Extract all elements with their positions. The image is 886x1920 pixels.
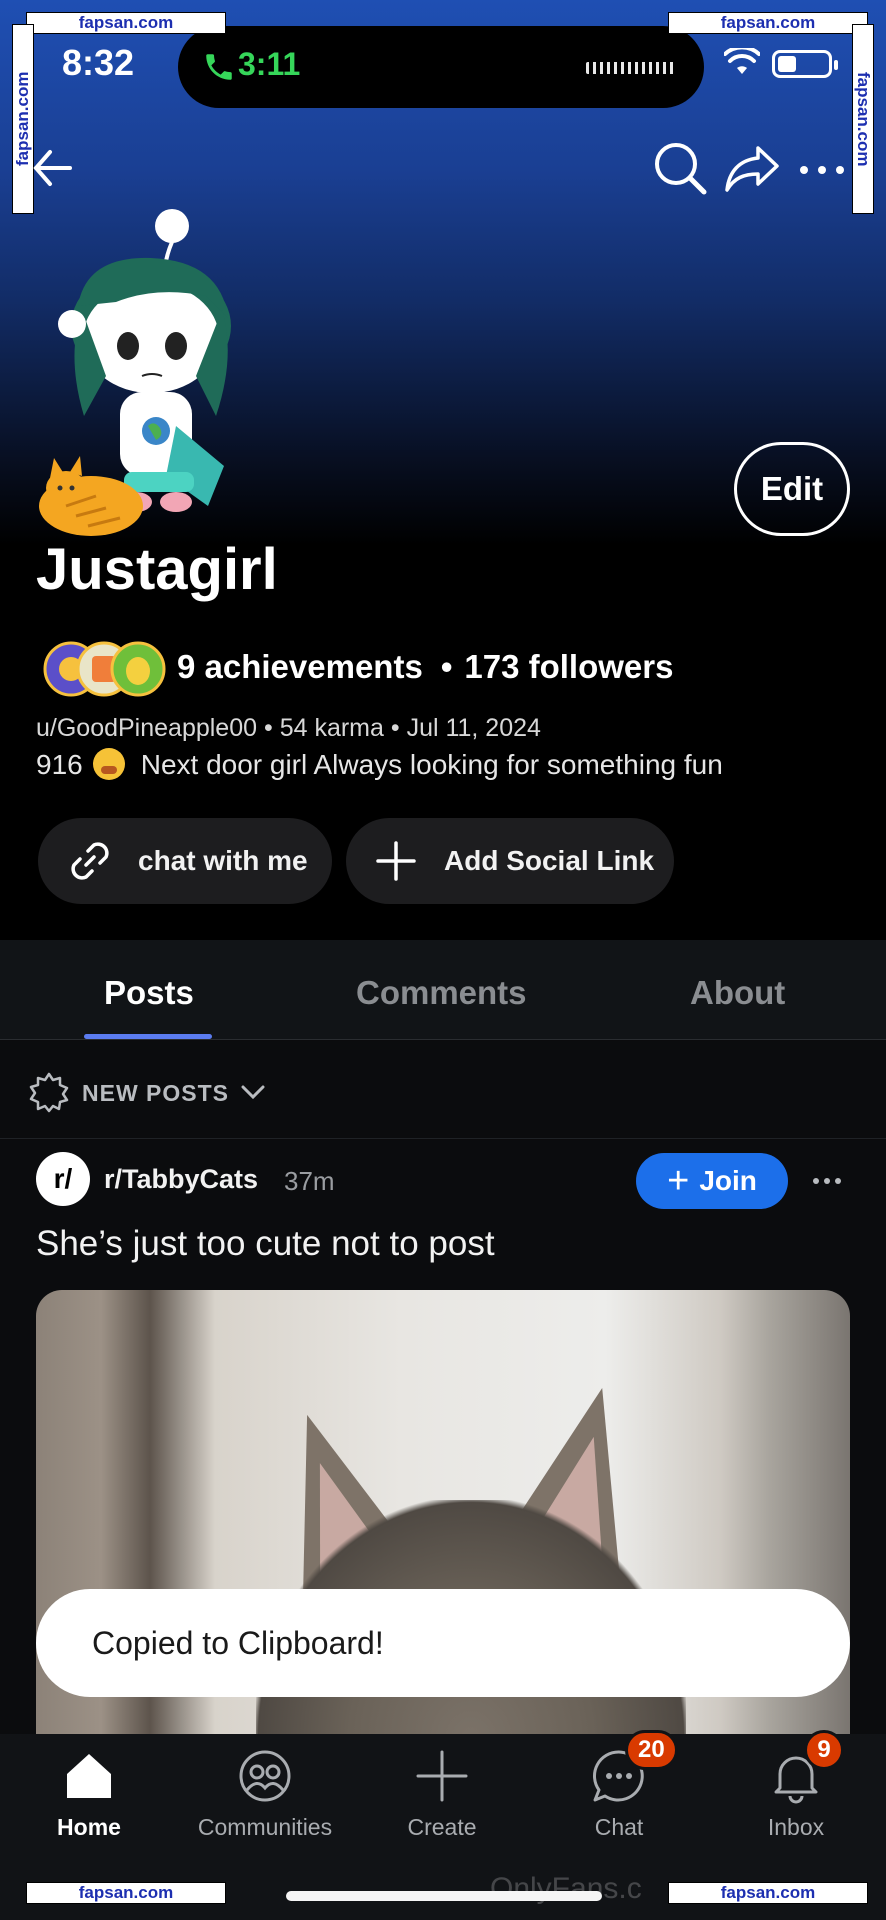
watermark: fapsan.com [668, 1882, 868, 1904]
nav-label: Communities [197, 1814, 333, 1840]
tab-comments[interactable]: Comments [356, 974, 527, 1012]
join-button[interactable]: + Join [636, 1153, 788, 1209]
watermark: fapsan.com [852, 24, 874, 214]
share-icon[interactable] [724, 144, 780, 194]
karma-count: 54 karma [279, 714, 384, 742]
nav-label: Create [407, 1814, 477, 1840]
subreddit-name[interactable]: r/TabbyCats [104, 1164, 258, 1195]
plus-icon [416, 1750, 468, 1802]
inbox-badge: 9 [804, 1730, 844, 1770]
separator-dot: • [390, 714, 407, 742]
battery-icon [772, 50, 838, 78]
nav-label: Home [57, 1814, 121, 1840]
communities-icon [239, 1750, 291, 1802]
bio-text: Next door girl Always looking for someth… [140, 749, 723, 780]
add-social-link-label: Add Social Link [444, 845, 655, 876]
audio-waveform-icon [586, 62, 676, 74]
tab-posts[interactable]: Posts [104, 974, 194, 1012]
achievements-followers[interactable]: 9 achievements • 173 followers [177, 648, 673, 686]
social-link-chat[interactable]: chat with me [38, 818, 332, 904]
edit-profile-button[interactable]: Edit [734, 442, 850, 536]
cake-day: Jul 11, 2024 [406, 714, 541, 742]
add-social-link-button[interactable]: Add Social Link [346, 818, 674, 904]
subreddit-icon[interactable]: r/ [36, 1152, 90, 1206]
nav-chat[interactable]: 20 Chat [539, 1730, 699, 1854]
watermark: fapsan.com [26, 1882, 226, 1904]
nav-home[interactable]: Home [9, 1734, 169, 1854]
plus-icon: + [667, 1160, 690, 1202]
nav-inbox[interactable]: 9 Inbox [716, 1730, 876, 1854]
phone-icon [206, 54, 232, 80]
nav-label: Inbox [767, 1814, 825, 1840]
shushing-face-emoji-icon [92, 748, 125, 780]
sort-label: NEW POSTS [82, 1080, 230, 1106]
sort-bar[interactable]: NEW POSTS [0, 1041, 886, 1139]
nav-label: Chat [594, 1814, 644, 1840]
wifi-icon [724, 48, 760, 74]
home-indicator[interactable] [286, 1891, 602, 1901]
post-age: 37m [284, 1166, 335, 1196]
post-title[interactable]: She’s just too cute not to post [36, 1224, 495, 1264]
profile-handle: u/GoodPineapple00 [36, 714, 258, 742]
watermark: fapsan.com [26, 12, 226, 34]
profile-tabs: Posts Comments About [0, 940, 886, 1040]
profile-bio: 916 Next door girl Always looking for som… [36, 748, 723, 781]
bio-prefix: 916 [36, 749, 83, 780]
more-options-icon[interactable] [812, 1176, 842, 1186]
social-link-label: chat with me [138, 845, 308, 876]
back-arrow-icon[interactable] [30, 138, 74, 198]
profile-meta: u/GoodPineapple00 • 54 karma • Jul 11, 2… [36, 714, 541, 743]
nav-communities[interactable]: Communities [185, 1734, 345, 1854]
home-icon [67, 1754, 111, 1798]
profile-avatar[interactable] [36, 206, 256, 546]
new-sort-icon [29, 1072, 69, 1113]
profile-screen: 8:32 3:11 fapsan.com fapsan.com fapsan.c… [0, 0, 886, 1920]
call-duration: 3:11 [238, 46, 301, 82]
chat-badge: 20 [625, 1730, 678, 1770]
achievements-count[interactable]: 9 achievements [177, 648, 423, 685]
search-icon[interactable] [652, 140, 708, 196]
separator-dot: • [263, 714, 280, 742]
achievement-badges-icon[interactable] [42, 640, 170, 698]
dynamic-island[interactable]: 3:11 [178, 26, 704, 108]
more-options-icon[interactable] [798, 158, 846, 182]
nav-create[interactable]: Create [362, 1734, 522, 1854]
join-label: Join [699, 1165, 757, 1196]
active-tab-indicator [84, 1034, 212, 1039]
status-time: 8:32 [62, 42, 135, 83]
chevron-down-icon [241, 1085, 265, 1100]
followers-count[interactable]: 173 followers [464, 648, 673, 685]
link-icon [71, 842, 109, 880]
plus-icon [376, 841, 416, 881]
profile-display-name: Justagirl [36, 537, 278, 602]
tab-about[interactable]: About [690, 974, 785, 1012]
watermark: fapsan.com [668, 12, 868, 34]
toast-message: Copied to Clipboard! [36, 1589, 850, 1697]
separator-dot: • [440, 648, 453, 685]
